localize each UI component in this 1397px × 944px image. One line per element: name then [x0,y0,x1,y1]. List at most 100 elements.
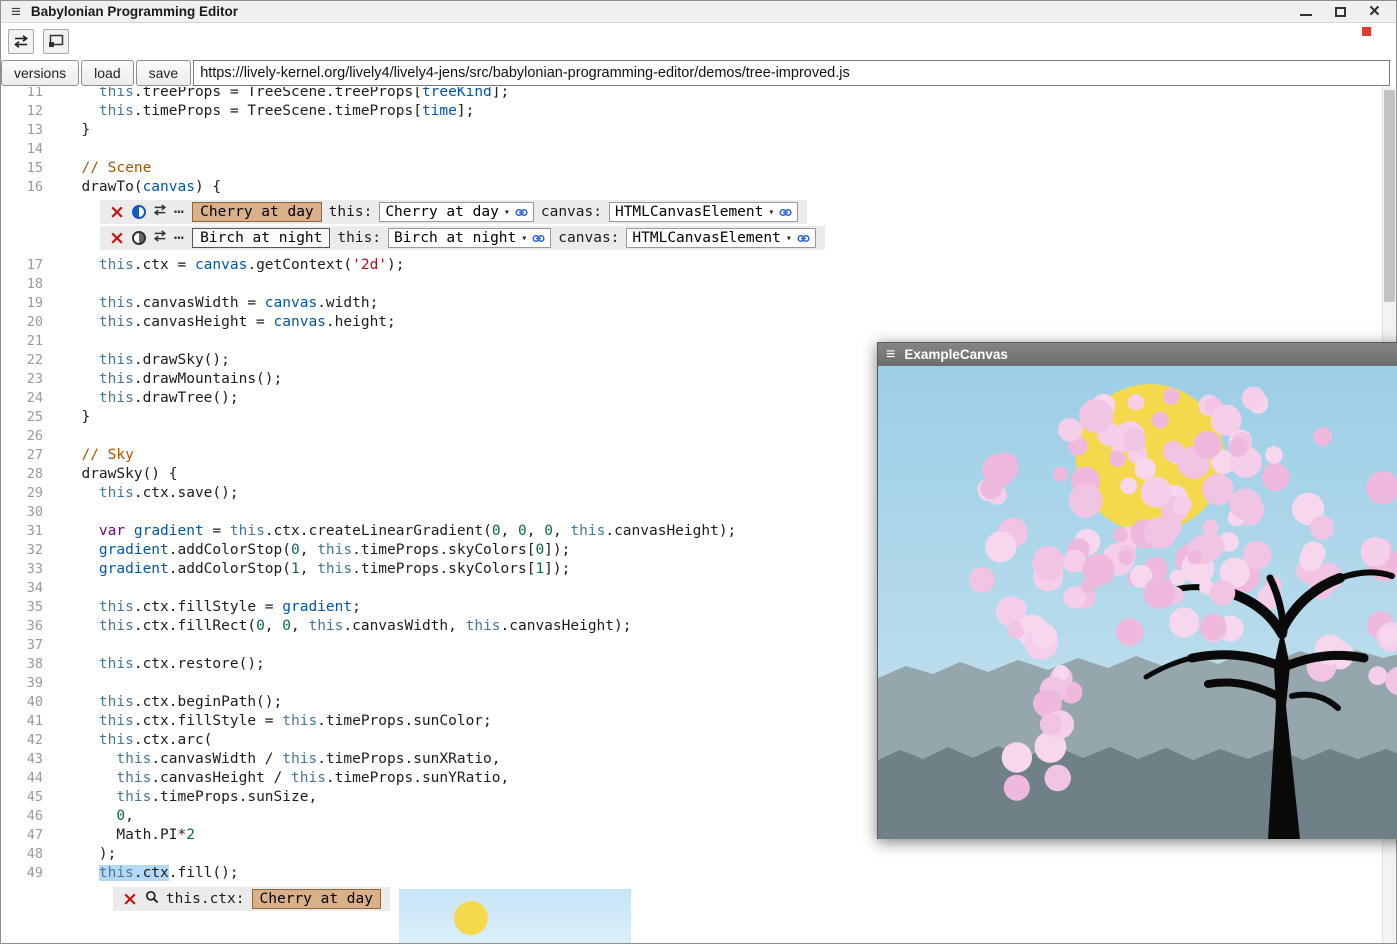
code-text: this.timeProps.sunSize, [43,789,317,805]
region-tool-button[interactable] [43,29,69,54]
code-text [43,428,64,444]
code-text: drawTo(canvas) { [43,179,221,195]
line-number: 26 [1,427,43,446]
line-number: 32 [1,541,43,560]
code-text: this.ctx.beginPath(); [43,694,282,710]
line-number: 43 [1,750,43,769]
line-number: 35 [1,598,43,617]
line-number: 16 [1,178,43,197]
load-button[interactable]: load [81,60,133,86]
close-button[interactable]: × [1369,5,1380,19]
line-number: 48 [1,845,43,864]
code-line[interactable]: 18 [1,275,1396,294]
url-input[interactable] [193,60,1390,86]
magnifier-icon[interactable] [145,890,159,908]
line-number: 28 [1,465,43,484]
swap-icon[interactable] [153,204,167,220]
preview-sun [454,901,488,935]
binding-value-dropdown[interactable]: Cherry at day ▾ [379,202,534,222]
code-text: this.ctx = canvas.getContext('2d'); [43,257,405,273]
line-number: 41 [1,712,43,731]
result-probe-row: × this.ctx: Cherry at day [113,887,390,911]
line-number: 47 [1,826,43,845]
code-text: 0, [43,808,134,824]
code-line[interactable]: 14 [1,140,1396,159]
link-icon [515,206,528,219]
window-titlebar: ≡ Babylonian Programming Editor × [1,1,1396,23]
code-line[interactable]: 11 this.treeProps = TreeScene.treeProps[… [1,87,1396,102]
front-mountains [878,745,1397,839]
code-text: this.ctx.restore(); [43,656,265,672]
window-title: Babylonian Programming Editor [31,4,238,19]
line-number: 45 [1,788,43,807]
code-text [43,141,64,157]
scrollbar-thumb[interactable] [1384,90,1395,302]
toggle-example-icon[interactable] [132,231,146,245]
remove-probe-icon[interactable]: × [122,892,138,906]
swap-icon[interactable] [153,230,167,246]
code-line[interactable]: 48 ); [1,845,1396,864]
code-line[interactable]: 13 } [1,121,1396,140]
binding-value-dropdown[interactable]: Birch at night ▾ [388,228,551,248]
binding-value-dropdown[interactable]: HTMLCanvasElement ▾ [626,228,815,248]
binding-label: this: [337,230,381,246]
more-options-icon[interactable]: ⋯ [174,233,185,243]
code-text: this.ctx.arc( [43,732,212,748]
versions-button[interactable]: versions [1,60,79,86]
minimize-button[interactable] [1300,14,1312,16]
example-window-titlebar[interactable]: ≡ ExampleCanvas [878,343,1397,366]
line-number: 36 [1,617,43,636]
line-number: 23 [1,370,43,389]
probe-example-chip[interactable]: Cherry at day [252,889,382,909]
example-name-chip[interactable]: Cherry at day [192,202,322,222]
code-text: drawSky() { [43,466,178,482]
code-text: this.canvasHeight = canvas.height; [43,314,396,330]
example-row-cherry: × ⋯ Cherry at day this: Cherry at day ▾ … [100,200,807,224]
remove-example-icon[interactable]: × [109,231,125,245]
code-line[interactable]: 12 this.timeProps = TreeScene.timeProps[… [1,102,1396,121]
example-name-chip[interactable]: Birch at night [192,228,330,248]
line-number: 13 [1,121,43,140]
example-canvas-window[interactable]: ≡ ExampleCanvas [877,342,1397,839]
link-icon [532,232,545,245]
remove-example-icon[interactable]: × [109,205,125,219]
hamburger-icon[interactable]: ≡ [11,3,21,20]
toggle-example-icon[interactable] [132,205,146,219]
line-number: 33 [1,560,43,579]
line-number: 17 [1,256,43,275]
code-text: this.canvasWidth = canvas.width; [43,295,378,311]
code-text: this.canvasWidth / this.timeProps.sunXRa… [43,751,501,767]
line-number: 18 [1,275,43,294]
hamburger-icon[interactable]: ≡ [886,347,895,363]
more-options-icon[interactable]: ⋯ [174,207,185,217]
code-text: this.drawMountains(); [43,371,282,387]
swap-probes-button[interactable] [8,29,34,54]
line-number: 44 [1,769,43,788]
code-line[interactable]: 20 this.canvasHeight = canvas.height; [1,313,1396,332]
line-number: 29 [1,484,43,503]
link-icon [779,206,792,219]
line-number: 39 [1,674,43,693]
code-line[interactable]: 17 this.ctx = canvas.getContext('2d'); [1,256,1396,275]
code-line[interactable]: 19 this.canvasWidth = canvas.width; [1,294,1396,313]
chevron-down-icon: ▾ [521,233,527,244]
nav-toolbar: versions load save [1,59,1396,87]
code-text: this.ctx.fillRect(0, 0, this.canvasWidth… [43,618,631,634]
code-text: this.ctx.fillStyle = gradient; [43,599,361,615]
code-text: } [43,409,90,425]
example-window-title: ExampleCanvas [904,347,1008,362]
save-button[interactable]: save [136,60,192,86]
line-number: 30 [1,503,43,522]
code-line[interactable]: 49 this.ctx.fill(); [1,864,1396,883]
region-icon [48,34,65,48]
result-probe-block: × this.ctx: Cherry at day [1,887,1396,943]
binding-value-dropdown[interactable]: HTMLCanvasElement ▾ [609,202,798,222]
line-number: 37 [1,636,43,655]
chevron-down-icon: ▾ [786,233,792,244]
line-number: 11 [1,87,43,102]
code-text [43,504,64,520]
code-text [43,580,64,596]
maximize-button[interactable] [1335,7,1346,17]
code-line[interactable]: 16 drawTo(canvas) { [1,178,1396,197]
code-line[interactable]: 15 // Scene [1,159,1396,178]
